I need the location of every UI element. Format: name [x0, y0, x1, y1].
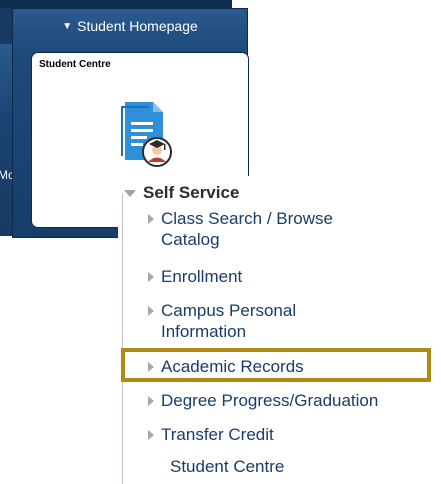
menu-tree-line [122, 194, 123, 484]
menu-item-label: Campus Personal [161, 301, 297, 320]
menu-item-class-search[interactable]: Class Search / Browse Catalog [148, 208, 333, 250]
menu-item-degree-progress[interactable]: Degree Progress/Graduation [148, 390, 378, 411]
menu-item-label: Transfer Credit [161, 425, 274, 444]
menu-item-student-centre[interactable]: Student Centre [170, 456, 284, 477]
tile-title: Student Centre [39, 59, 111, 70]
menu-item-campus-personal-information[interactable]: Campus Personal Information [148, 300, 296, 342]
menu-header-label: Self Service [143, 183, 240, 202]
menu-item-label: Class Search / Browse [161, 209, 333, 228]
academic-records-highlight [121, 348, 431, 382]
homepage-dropdown[interactable]: ▼ Student Homepage [13, 9, 247, 43]
expand-arrow-icon [148, 214, 154, 224]
homepage-title: Student Homepage [77, 18, 198, 34]
student-document-icon [121, 102, 172, 167]
menu-item-transfer-credit[interactable]: Transfer Credit [148, 424, 274, 445]
expand-arrow-icon [148, 396, 154, 406]
expand-arrow-icon [148, 272, 154, 282]
expand-arrow-icon [148, 430, 154, 440]
self-service-menu: Self Service Class Search / Browse Catal… [118, 176, 441, 484]
collapse-arrow-icon [124, 189, 136, 197]
expand-arrow-icon [148, 306, 154, 316]
menu-item-label: Degree Progress/Graduation [161, 391, 379, 410]
menu-item-label: Catalog [161, 230, 220, 249]
self-service-header[interactable]: Self Service [124, 183, 239, 203]
menu-item-label: Student Centre [170, 457, 285, 476]
background-topbar [0, 0, 232, 8]
menu-item-label: Enrollment [161, 267, 243, 286]
caret-down-icon: ▼ [62, 20, 73, 32]
menu-item-enrollment[interactable]: Enrollment [148, 266, 242, 287]
menu-item-label: Information [161, 322, 247, 341]
